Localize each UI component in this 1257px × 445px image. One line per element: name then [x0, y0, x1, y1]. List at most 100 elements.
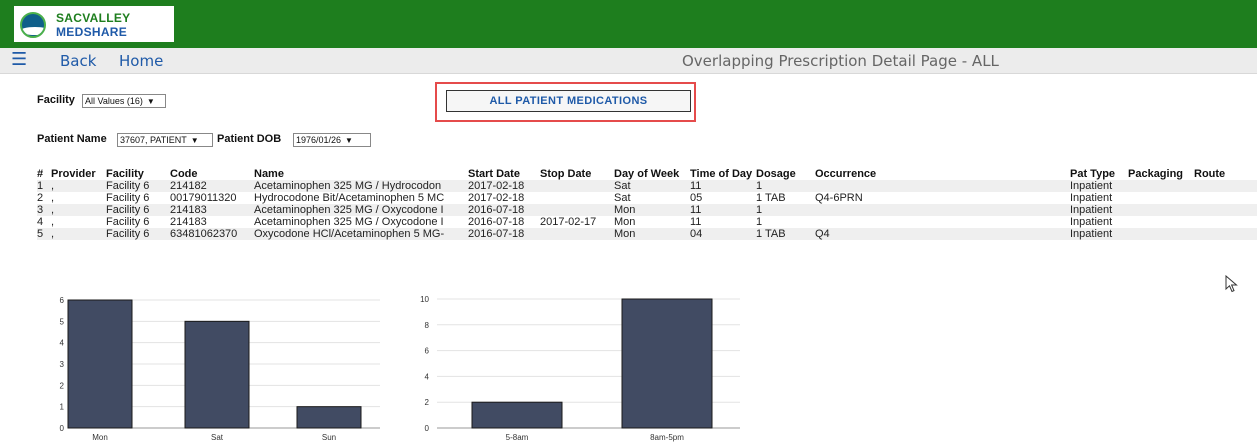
y-tick-label: 1: [60, 403, 65, 412]
table-cell: Inpatient: [1070, 204, 1113, 216]
table-cell: Sat: [614, 180, 631, 192]
y-tick-label: 2: [60, 381, 65, 390]
column-header[interactable]: Packaging: [1128, 168, 1190, 180]
table-cell: Mon: [614, 228, 636, 240]
column-header[interactable]: Day of Week: [614, 168, 690, 180]
page-title: Overlapping Prescription Detail Page - A…: [682, 52, 999, 70]
table-cell: Q4: [815, 228, 830, 240]
table-cell: 2017-02-18: [468, 192, 525, 204]
column-header[interactable]: Name: [254, 168, 468, 180]
table-cell: Inpatient: [1070, 216, 1113, 228]
table-cell: 2: [37, 192, 44, 204]
y-tick-label: 6: [425, 347, 430, 356]
y-tick-label: 10: [420, 295, 429, 304]
x-tick-label: 5-8am: [506, 433, 529, 442]
all-patient-medications-button[interactable]: ALL PATIENT MEDICATIONS: [446, 90, 691, 112]
nav-bar: ☰ Back Home Overlapping Prescription Det…: [0, 48, 1257, 74]
x-tick-label: Sat: [211, 433, 224, 442]
home-link[interactable]: Home: [119, 52, 163, 70]
table-cell: 2016-07-18: [468, 216, 525, 228]
table-cell: ,: [51, 228, 55, 240]
x-tick-label: Mon: [92, 433, 108, 442]
logo-text-line1: SACVALLEY: [56, 11, 131, 25]
facility-label: Facility: [37, 94, 75, 106]
facility-select[interactable]: All Values (16) ▼: [82, 94, 166, 108]
table-cell: ,: [51, 204, 55, 216]
back-link[interactable]: Back: [60, 52, 96, 70]
table-cell: 63481062370: [170, 228, 238, 240]
column-header[interactable]: #: [37, 168, 51, 180]
bar-mon: [67, 299, 133, 429]
column-header[interactable]: Time of Day: [690, 168, 756, 180]
table-cell: 214183: [170, 204, 207, 216]
patient-dob-label: Patient DOB: [217, 133, 282, 145]
logo-text-line2: MEDSHARE: [56, 25, 128, 39]
y-tick-label: 6: [60, 296, 65, 305]
y-tick-label: 4: [425, 372, 430, 381]
logo-emblem-icon: [20, 12, 46, 38]
table-row[interactable]: 2, Facility 6 00179011320 Hydrocodone Bit/A…: [37, 192, 1257, 204]
mouse-cursor-icon: [1225, 275, 1238, 293]
table-cell: Inpatient: [1070, 228, 1113, 240]
table-cell: 11: [690, 216, 702, 228]
dropdown-caret-icon: ▼: [190, 136, 199, 145]
table-row[interactable]: 4, Facility 6 214183 Acetaminophen 325 MG /…: [37, 216, 1257, 228]
table-cell: Facility 6: [106, 216, 150, 228]
table-cell: Inpatient: [1070, 180, 1113, 192]
y-tick-label: 0: [425, 424, 430, 433]
table-cell: Q4-6PRN: [815, 192, 863, 204]
table-cell: 214182: [170, 180, 207, 192]
table-cell: 11: [690, 204, 702, 216]
facility-select-value: All Values (16): [85, 96, 143, 106]
column-header[interactable]: Pat Type: [1070, 168, 1124, 180]
time-of-day-bar-chart: 0 2 4 6 8 10 5-8am 8am-5pm: [420, 295, 740, 442]
bar-sat: [184, 320, 250, 429]
table-row[interactable]: 1, Facility 6 214182 Acetaminophen 325 MG /…: [37, 180, 1257, 192]
table-cell: Mon: [614, 204, 636, 216]
table-cell: 1: [756, 180, 763, 192]
table-cell: 05: [690, 192, 703, 204]
table-cell: ,: [51, 180, 55, 192]
patient-dob-select-value: 1976/01/26: [296, 135, 342, 145]
table-cell: ,: [51, 216, 55, 228]
table-cell: 2017-02-17: [540, 216, 597, 228]
bar-5-8am: [471, 401, 563, 429]
table-cell: Acetaminophen 325 MG / Oxycodone I: [254, 216, 444, 228]
app-logo[interactable]: SACVALLEY MEDSHARE: [14, 6, 174, 42]
column-header[interactable]: Code: [170, 168, 254, 180]
column-header[interactable]: Provider: [51, 168, 106, 180]
table-cell: Mon: [614, 216, 636, 228]
patient-name-select[interactable]: 37607, PATIENT ▼: [117, 133, 213, 147]
table-cell: Facility 6: [106, 180, 150, 192]
table-cell: Acetaminophen 325 MG / Hydrocodon: [254, 180, 442, 192]
time-of-day-chart: 0 2 4 6 8 10 5-8am 8am-5pm: [415, 290, 745, 445]
y-tick-label: 0: [60, 424, 65, 433]
table-cell: 1: [37, 180, 44, 192]
y-tick-label: 2: [425, 398, 430, 407]
patient-name-label: Patient Name: [37, 133, 107, 145]
column-header[interactable]: Dosage: [756, 168, 796, 180]
table-cell: 04: [690, 228, 703, 240]
table-cell: 2016-07-18: [468, 204, 525, 216]
top-banner: SACVALLEY MEDSHARE: [0, 0, 1257, 48]
table-cell: 3: [37, 204, 44, 216]
dropdown-caret-icon: ▼: [345, 136, 353, 145]
column-header[interactable]: Facility: [106, 168, 170, 180]
column-header[interactable]: Occurrence: [815, 168, 1067, 180]
table-header-row: # Provider Facility Code Name Start Date…: [37, 168, 1257, 180]
column-header[interactable]: Start Date: [468, 168, 540, 180]
day-of-week-chart: 0 1 2 3 4 5 6 Mon Sat Sun: [50, 290, 390, 445]
table-row[interactable]: 5, Facility 6 63481062370 Oxycodone HCl/Ace…: [37, 228, 1257, 240]
table-row[interactable]: 3, Facility 6 214183 Acetaminophen 325 MG /…: [37, 204, 1257, 216]
hamburger-menu-icon[interactable]: ☰: [11, 51, 27, 69]
patient-dob-select[interactable]: 1976/01/26 ▼: [293, 133, 371, 147]
table-cell: 1: [756, 216, 763, 228]
table-cell: 2016-07-18: [468, 228, 525, 240]
bar-sun: [296, 406, 362, 429]
column-header[interactable]: Stop Date: [540, 168, 614, 180]
y-tick-label: 5: [60, 317, 65, 326]
column-header[interactable]: Route: [1194, 168, 1244, 180]
table-cell: 00179011320: [170, 192, 237, 204]
x-tick-label: 8am-5pm: [650, 433, 684, 442]
y-tick-label: 4: [60, 339, 65, 348]
